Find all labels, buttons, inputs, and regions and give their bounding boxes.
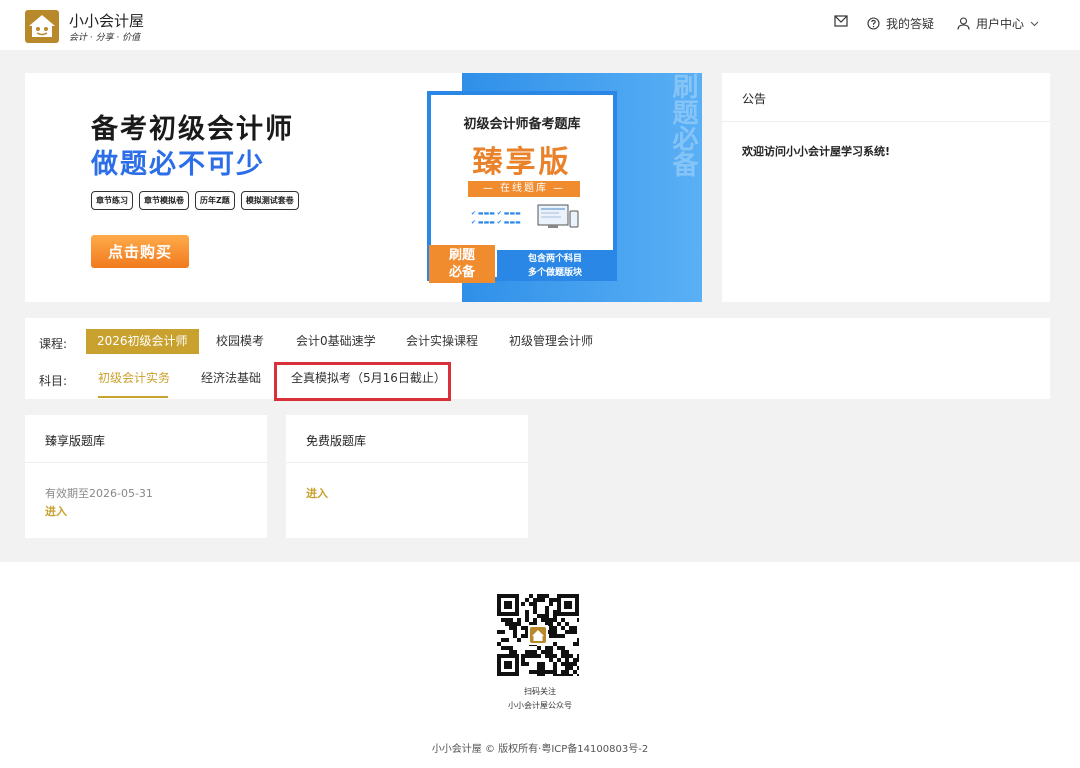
banner-headline-2: 做题必不可少 (91, 149, 265, 180)
subject-tab[interactable]: 经济法基础 (201, 366, 261, 391)
product-card-edition: 臻享版 (472, 145, 572, 180)
chevron-down-icon (1030, 21, 1039, 26)
user-center-label: 用户中心 (976, 17, 1025, 31)
course-option[interactable]: 校园模考 (216, 329, 264, 354)
promo-banner[interactable]: 备考初级会计师 做题必不可少 章节练习 章节模拟卷 历年Z题 模拟测试套卷 点击… (25, 73, 702, 302)
product-card-foot: 包含两个科目 多个做题版块 (497, 250, 613, 281)
enter-link[interactable]: 进入 (306, 485, 328, 501)
banner-tag: 历年Z题 (195, 191, 235, 210)
subject-tab-underline (98, 396, 168, 398)
user-center-menu[interactable]: 用户中心 (957, 15, 1039, 32)
card-title: 免费版题库 (306, 434, 367, 448)
card-title: 臻享版题库 (45, 434, 106, 448)
question-bank-card-premium: 臻享版题库 有效期至2026-05-31 进入 (25, 415, 267, 538)
page-footer: 扫码关注 小小会计屋公众号 小小会计屋 © 版权所有·粤ICP备14100803… (0, 562, 1080, 768)
course-option[interactable]: 会计0基础速学 (296, 329, 376, 354)
mail-button[interactable] (834, 15, 848, 27)
product-card-foot-line-2: 多个做题版块 (527, 268, 582, 278)
course-option[interactable]: 会计实操课程 (406, 329, 478, 354)
product-card-title: 初级会计师备考题库 (463, 117, 581, 132)
divider (25, 462, 267, 463)
banner-tag: 章节练习 (91, 191, 133, 210)
enter-link[interactable]: 进入 (45, 503, 67, 519)
divider (722, 121, 1050, 122)
banner-headline-1: 备考初级会计师 (91, 114, 294, 145)
product-card-tag-line-2: 必备 (448, 265, 475, 280)
divider (286, 462, 528, 463)
qr-caption-2: 小小会计屋公众号 (508, 701, 572, 710)
subject-label: 科目: (39, 374, 68, 388)
devices-icon (537, 204, 579, 228)
user-icon (957, 17, 970, 30)
logo-icon[interactable] (25, 10, 59, 43)
notice-title: 公告 (742, 92, 767, 106)
course-option[interactable]: 初级管理会计师 (509, 329, 593, 354)
highlight-box (274, 362, 451, 401)
top-header: 小小会计屋 会计 · 分享 · 价值 我的答疑 用户中心 (0, 0, 1080, 50)
logo-title[interactable]: 小小会计屋 (69, 10, 144, 31)
subject-tab-active[interactable]: 初级会计实务 (98, 366, 170, 391)
qr-caption-1: 扫码关注 (524, 687, 556, 696)
banner-tag: 模拟测试套卷 (240, 191, 299, 210)
question-bank-card-free: 免费版题库 进入 (286, 415, 528, 538)
product-card-tag-line-1: 刷题 (448, 248, 475, 263)
my-qa-label: 我的答疑 (886, 17, 935, 31)
product-card-features: ✔ ▬▬▬ ✔ ▬▬▬ ✔ ▬▬▬ ✔ ▬▬▬ (471, 210, 521, 226)
product-card-band: — 在线题库 — (468, 181, 580, 197)
notice-panel: 公告 欢迎访问小小会计屋学习系统! (722, 73, 1050, 302)
logo-subtitle: 会计 · 分享 · 价值 (69, 33, 141, 43)
banner-tag: 章节模拟卷 (139, 191, 189, 210)
buy-button[interactable]: 点击购买 (91, 235, 189, 268)
banner-tags: 章节练习 章节模拟卷 历年Z题 模拟测试套卷 (91, 191, 299, 210)
product-card-foot-line-1: 包含两个科目 (527, 254, 582, 264)
help-circle-icon (867, 17, 880, 30)
my-qa-link[interactable]: 我的答疑 (867, 15, 934, 32)
copyright-text: 小小会计屋 © 版权所有·粤ICP备14100803号-2 (431, 744, 649, 755)
course-option-active[interactable]: 2026初级会计师 (86, 329, 199, 354)
product-card-tag: 刷题 必备 (429, 245, 495, 283)
mail-icon (834, 15, 848, 27)
course-label: 课程: (39, 337, 68, 351)
banner-side-text: 刷题必备 (668, 73, 698, 177)
product-card-image: 初级会计师备考题库 臻享版 — 在线题库 — ✔ ▬▬▬ ✔ ▬▬▬ ✔ ▬▬▬ … (427, 91, 617, 283)
card-valid-until: 有效期至2026-05-31 (45, 487, 153, 500)
notice-message[interactable]: 欢迎访问小小会计屋学习系统! (742, 143, 890, 159)
course-filter-panel: 课程: 2026初级会计师 校园模考 会计0基础速学 会计实操课程 初级管理会计… (25, 318, 1050, 401)
qr-code-icon (497, 594, 581, 678)
